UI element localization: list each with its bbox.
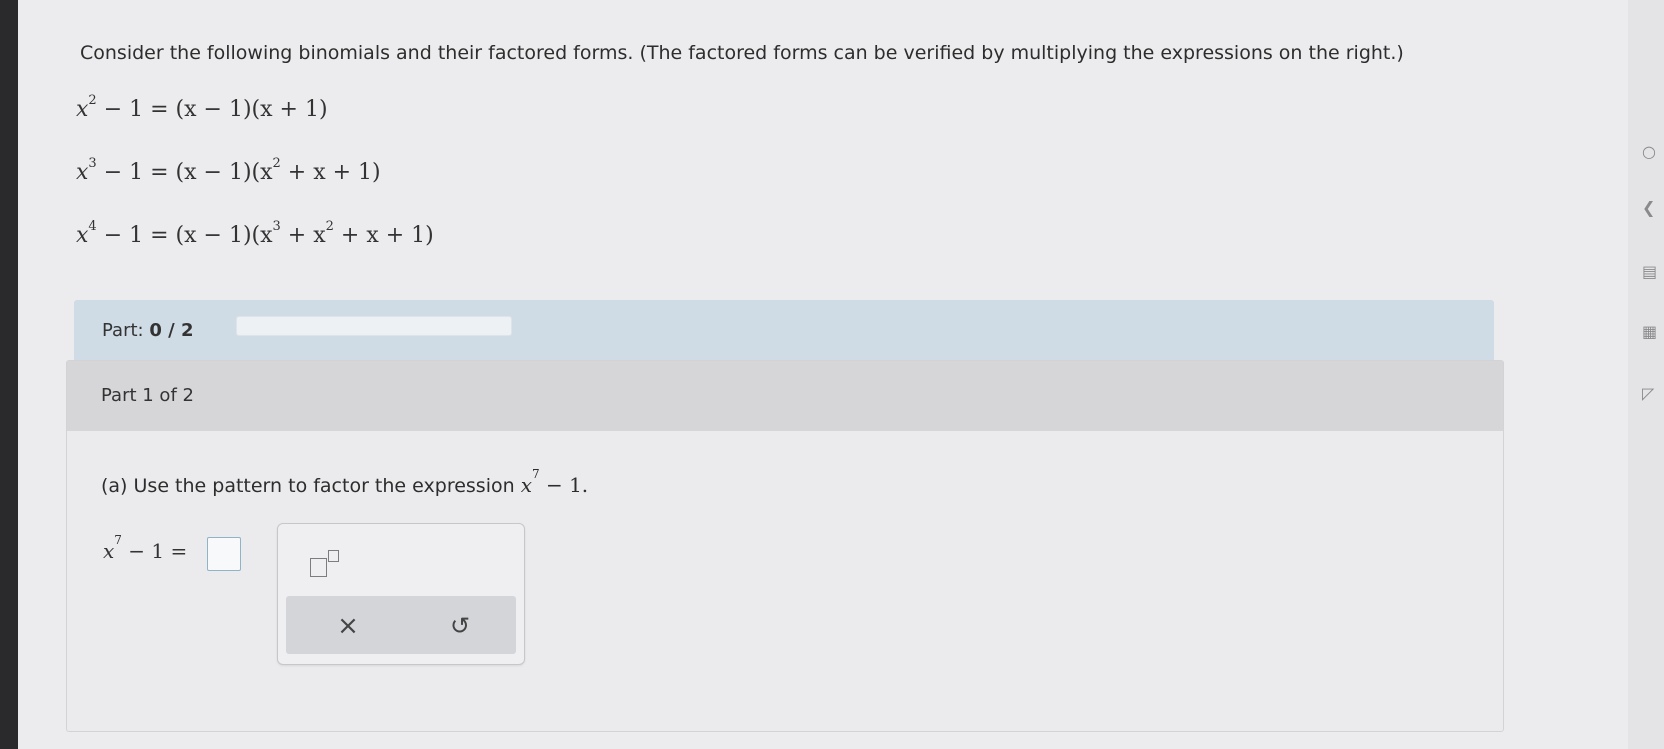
superscript-template-icon[interactable] <box>306 546 346 578</box>
page: Consider the following binomials and the… <box>18 0 1628 749</box>
progress-track <box>236 316 512 336</box>
undo-button[interactable]: ↺ <box>440 608 480 644</box>
circle-icon[interactable]: ○ <box>1642 142 1656 161</box>
clear-button[interactable]: × <box>328 608 368 644</box>
calculator-icon[interactable]: ▦ <box>1642 322 1657 341</box>
keypad-actions: × ↺ <box>286 596 516 654</box>
document-icon[interactable]: ▤ <box>1642 262 1657 281</box>
equation-3: x4 − 1 = (x − 1)(x3 + x2 + x + 1) <box>76 219 434 248</box>
question-text: (a) Use the pattern to factor the expres… <box>101 467 589 497</box>
part-progress-bar: Part: 0 / 2 <box>74 300 1494 362</box>
problem-intro: Consider the following binomials and the… <box>80 42 1404 64</box>
answer-expression: x7 − 1 = <box>103 533 188 563</box>
device-bezel <box>0 0 18 749</box>
equation-1: x2 − 1 = (x − 1)(x + 1) <box>76 93 328 122</box>
chevron-left-icon[interactable]: ❮ <box>1642 198 1655 217</box>
mail-icon[interactable]: ◸ <box>1642 384 1654 403</box>
right-rail: ○ ❮ ▤ ▦ ◸ <box>1628 0 1664 749</box>
part-panel: Part 1 of 2 (a) Use the pattern to facto… <box>66 360 1504 732</box>
equation-2: x3 − 1 = (x − 1)(x2 + x + 1) <box>76 156 381 185</box>
part-header: Part 1 of 2 <box>67 361 1503 431</box>
answer-input[interactable] <box>207 537 241 571</box>
math-keypad: × ↺ <box>277 523 525 665</box>
part-progress-label: Part: 0 / 2 <box>102 320 194 341</box>
part-header-label: Part 1 of 2 <box>101 385 194 406</box>
